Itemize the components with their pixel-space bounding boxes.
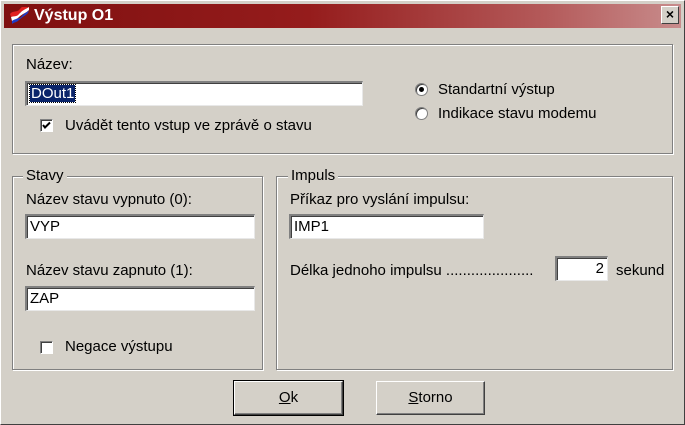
dialog-window: Výstup O1 × Název: DOut1 Uvádět tento vs… bbox=[0, 0, 685, 425]
name-label: Název: bbox=[26, 56, 73, 73]
impulse-length-input[interactable]: 2 bbox=[555, 256, 608, 281]
impulse-command-label: Příkaz pro vyslání impulsu: bbox=[290, 191, 470, 208]
name-input[interactable]: DOut1 bbox=[25, 81, 363, 106]
close-button[interactable]: × bbox=[661, 6, 679, 24]
ok-button-mnemonic: O bbox=[278, 389, 291, 406]
impulse-length-label: Délka jednoho impulsu ..................… bbox=[290, 262, 534, 279]
cancel-button[interactable]: Storno bbox=[376, 381, 485, 415]
off-state-label: Název stavu vypnuto (0): bbox=[26, 191, 192, 208]
report-checkbox[interactable] bbox=[40, 119, 53, 132]
radio-modem-indication[interactable] bbox=[415, 107, 428, 120]
impulse-command-input[interactable]: IMP1 bbox=[289, 214, 484, 239]
name-input-value: DOut1 bbox=[28, 84, 77, 103]
impulse-legend: Impuls bbox=[288, 168, 339, 184]
ok-button[interactable]: Ok bbox=[233, 380, 344, 416]
off-state-input[interactable]: VYP bbox=[25, 214, 255, 239]
ok-button-label: k bbox=[290, 389, 299, 406]
radio-standard-output[interactable] bbox=[415, 83, 428, 96]
cancel-button-label: torno bbox=[418, 389, 453, 406]
negate-checkbox-label[interactable]: Negace výstupu bbox=[65, 338, 173, 356]
radio-selected-dot bbox=[419, 87, 424, 92]
flag-icon bbox=[10, 7, 29, 24]
on-state-input[interactable]: ZAP bbox=[25, 286, 255, 311]
window-title: Výstup O1 bbox=[34, 7, 114, 24]
states-legend: Stavy bbox=[23, 168, 67, 184]
cancel-button-mnemonic: S bbox=[408, 389, 419, 406]
radio-standard-output-label[interactable]: Standartní výstup bbox=[438, 81, 555, 99]
title-bar[interactable]: Výstup O1 × bbox=[4, 4, 681, 28]
negate-checkbox[interactable] bbox=[40, 341, 53, 354]
impulse-length-unit: sekund bbox=[616, 262, 665, 279]
radio-modem-indication-label[interactable]: Indikace stavu modemu bbox=[438, 105, 596, 123]
close-icon: × bbox=[665, 6, 675, 22]
on-state-label: Název stavu zapnuto (1): bbox=[26, 262, 193, 279]
report-checkbox-label[interactable]: Uvádět tento vstup ve zprávě o stavu bbox=[65, 117, 312, 135]
checkmark-icon bbox=[42, 121, 51, 129]
